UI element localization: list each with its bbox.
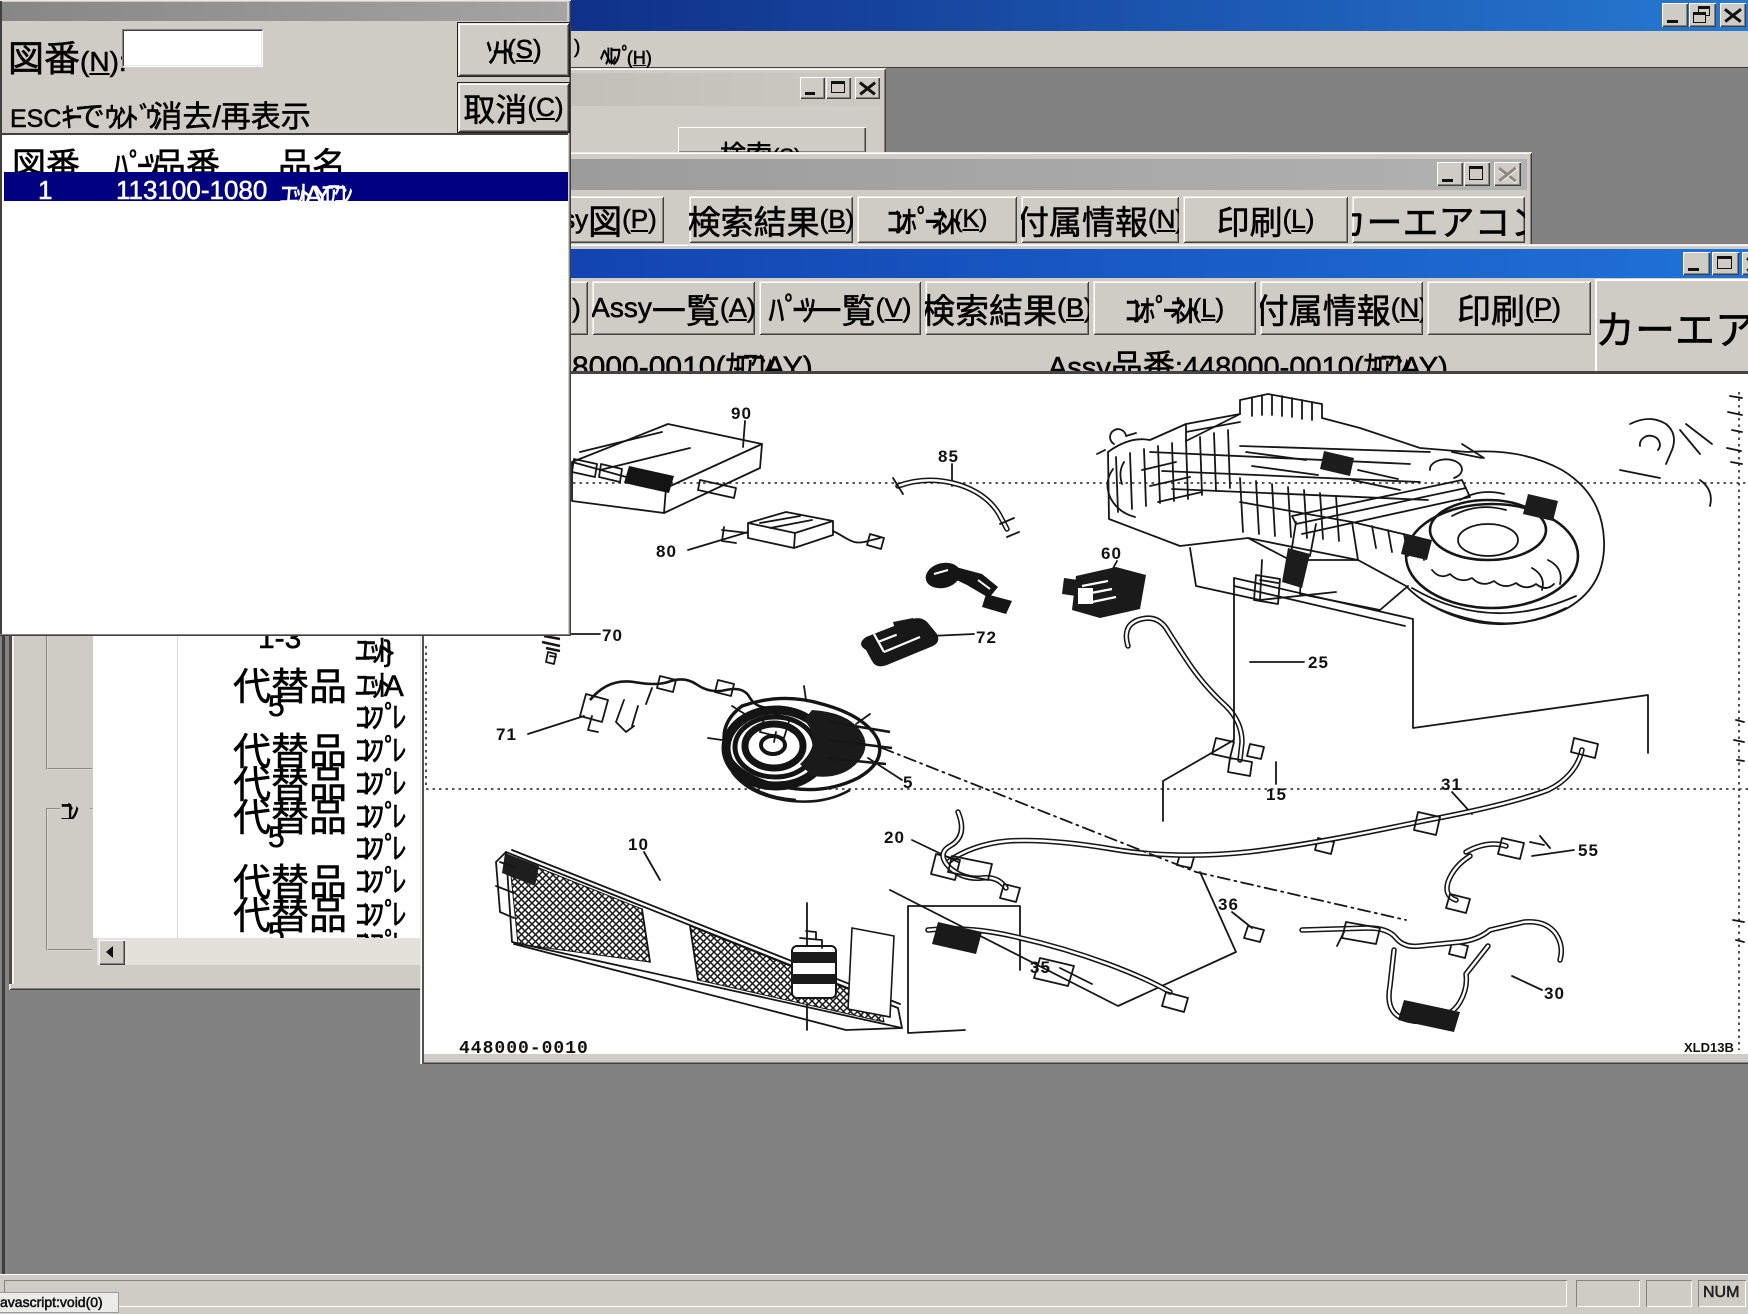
svg-text:10: 10	[628, 835, 649, 854]
svg-text:5: 5	[903, 773, 913, 792]
svg-text:60: 60	[1101, 544, 1122, 563]
svg-text:25: 25	[1308, 653, 1329, 672]
svg-text:30: 30	[1544, 984, 1565, 1003]
svg-text:71: 71	[496, 725, 517, 744]
svg-text:72: 72	[976, 628, 997, 647]
svg-text:31: 31	[1441, 775, 1462, 794]
svg-text:36: 36	[1218, 895, 1239, 914]
svg-text:XLD13B: XLD13B	[1684, 1040, 1734, 1054]
svg-text:15: 15	[1266, 785, 1287, 804]
svg-text:448000-0010: 448000-0010	[459, 1039, 589, 1054]
svg-text:35: 35	[1030, 958, 1051, 977]
svg-text:90: 90	[731, 404, 752, 423]
svg-text:55: 55	[1578, 841, 1599, 860]
svg-text:80: 80	[656, 542, 677, 561]
svg-text:85: 85	[938, 447, 959, 466]
svg-text:70: 70	[602, 626, 623, 645]
svg-text:20: 20	[884, 828, 905, 847]
